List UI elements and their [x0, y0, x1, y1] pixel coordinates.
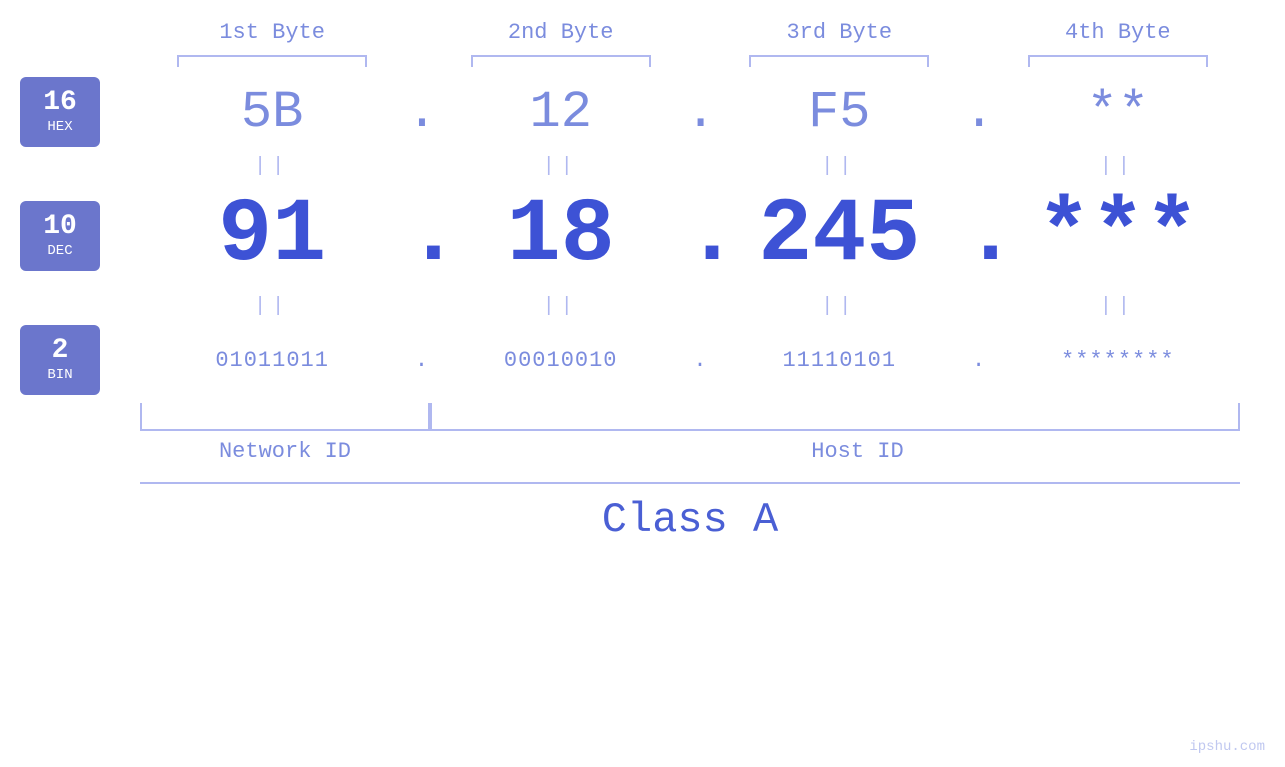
dec-b4: *** [998, 191, 1238, 281]
class-bracket-line [140, 482, 1240, 484]
hex-badge: 16 HEX [20, 77, 100, 147]
dec-b2: 18 [441, 191, 681, 281]
hex-row: 16 HEX 5B . 12 . F5 . ** [0, 77, 1285, 147]
bin-row: 2 BIN 01011011 . 00010010 . 11110101 . [0, 325, 1285, 395]
byte3-header: 3rd Byte [719, 20, 959, 45]
bin-dot3: . [964, 348, 994, 373]
host-bracket [430, 403, 1240, 431]
dec-b3: 245 [719, 191, 959, 281]
hex-dot1: . [406, 83, 436, 142]
hex-b4: ** [998, 83, 1238, 142]
dec-row: 10 DEC 91 . 18 . 245 . *** [0, 185, 1285, 287]
dec-dot3: . [964, 185, 994, 287]
eq2-b3: || [719, 295, 959, 318]
hex-dot3: . [964, 83, 994, 142]
network-bracket [140, 403, 430, 431]
eq1-b1: || [142, 155, 402, 178]
class-label: Class A [140, 496, 1240, 544]
top-bracket-1 [177, 55, 367, 67]
eq1-b2: || [441, 155, 681, 178]
top-bracket-3 [749, 55, 929, 67]
top-bracket-4 [1028, 55, 1208, 67]
bin-badge-col: 2 BIN [0, 325, 140, 395]
bin-b1: 01011011 [142, 348, 402, 373]
class-section: Class A [140, 482, 1240, 544]
id-labels-row: Network ID Host ID [0, 439, 1285, 464]
dec-badge: 10 DEC [20, 201, 100, 271]
hex-badge-col: 16 HEX [0, 77, 140, 147]
dec-dot1: . [406, 185, 436, 287]
bin-b3: 11110101 [719, 348, 959, 373]
byte2-header: 2nd Byte [441, 20, 681, 45]
dec-badge-col: 10 DEC [0, 201, 140, 271]
eq2-b4: || [998, 295, 1238, 318]
hex-b3: F5 [719, 83, 959, 142]
top-bracket-2 [471, 55, 651, 67]
equals-row-1: || || || || [0, 147, 1285, 185]
bottom-brackets [140, 403, 1240, 431]
bin-b2: 00010010 [441, 348, 681, 373]
class-section-wrapper: Class A [0, 482, 1285, 544]
dec-b1: 91 [142, 191, 402, 281]
top-brackets [140, 55, 1240, 67]
equals-row-2: || || || || [0, 287, 1285, 325]
eq1-b3: || [719, 155, 959, 178]
watermark: ipshu.com [1189, 739, 1265, 755]
byte1-header: 1st Byte [142, 20, 402, 45]
bottom-brackets-row [0, 403, 1285, 431]
eq2-b2: || [441, 295, 681, 318]
hex-b2: 12 [441, 83, 681, 142]
byte4-header: 4th Byte [998, 20, 1238, 45]
byte-headers: 1st Byte 2nd Byte 3rd Byte 4th Byte [140, 20, 1240, 45]
hex-dot2: . [685, 83, 715, 142]
network-id-label: Network ID [140, 439, 430, 464]
bin-badge: 2 BIN [20, 325, 100, 395]
bin-dot2: . [685, 348, 715, 373]
main-container: 1st Byte 2nd Byte 3rd Byte 4th Byte [0, 0, 1285, 767]
eq2-b1: || [142, 295, 402, 318]
host-id-label: Host ID [430, 439, 1285, 464]
bin-b4: ******** [998, 348, 1238, 373]
dec-dot2: . [685, 185, 715, 287]
hex-b1: 5B [142, 83, 402, 142]
eq1-b4: || [998, 155, 1238, 178]
bin-dot1: . [406, 348, 436, 373]
